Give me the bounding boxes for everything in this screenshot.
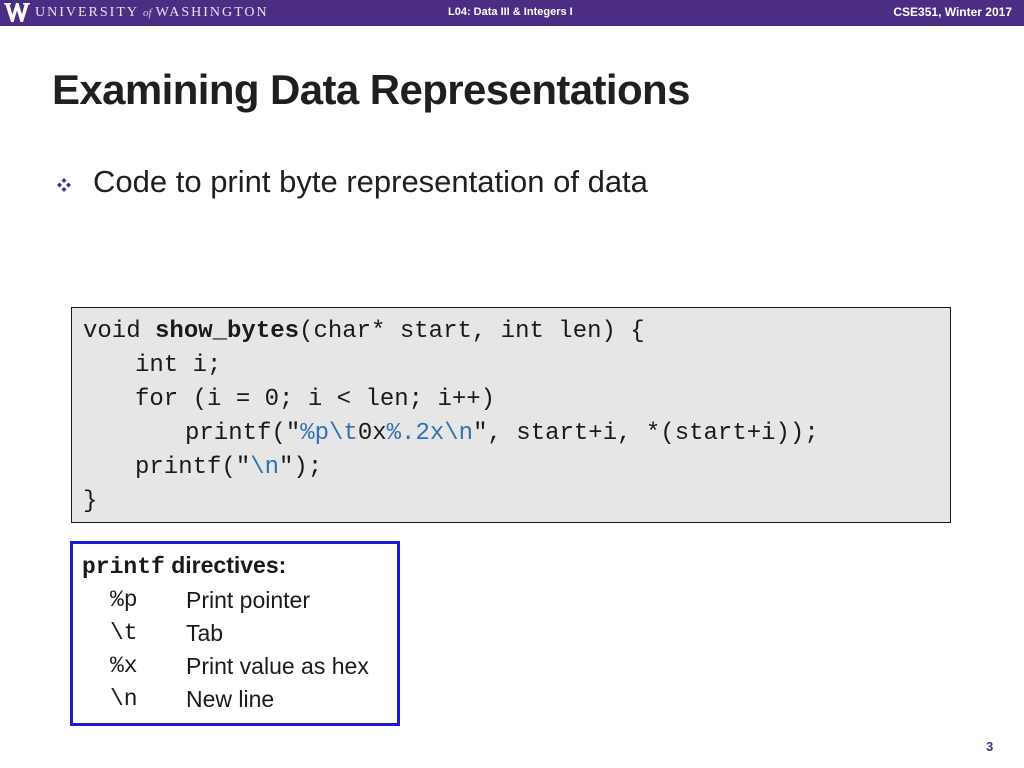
uw-w-logo-icon <box>4 3 30 22</box>
page-number: 3 <box>986 739 994 754</box>
directive-row: %p Print pointer <box>73 587 397 620</box>
code-printf-open: printf(" <box>185 420 301 447</box>
code-line-5: printf("\n"); <box>83 451 819 485</box>
university-word: UNIVERSITY <box>35 5 139 20</box>
university-name: UNIVERSITY of WASHINGTON <box>35 5 269 21</box>
printf-directives-box: printf directives: %p Print pointer \t T… <box>70 541 400 726</box>
directive-row: \t Tab <box>73 620 397 653</box>
format-newline-2: \n <box>250 454 280 481</box>
code-printf-open-2: printf(" <box>135 454 251 481</box>
university-place: WASHINGTON <box>155 5 269 20</box>
code-line-3: for (i = 0; i < len; i++) <box>135 386 496 413</box>
directive-code: \n <box>110 686 138 712</box>
lecture-title: L04: Data III & Integers I <box>448 6 573 18</box>
directives-heading: printf directives: <box>82 552 286 580</box>
code-keyword-void: void <box>83 318 156 345</box>
code-block: void show_bytes(char* start, int len) { … <box>71 307 951 523</box>
diamond-bullet-icon <box>57 178 71 192</box>
directives-heading-text: directives: <box>164 552 287 578</box>
format-newline: \n <box>444 420 474 447</box>
directive-desc: Print value as hex <box>186 653 369 679</box>
format-x: %.2x <box>386 420 445 447</box>
function-name: show_bytes <box>155 318 300 345</box>
code-line-4: printf("%p\t0x%.2x\n", start+i, *(start+… <box>83 417 819 451</box>
directive-row: \n New line <box>73 686 397 719</box>
code-params: (char* start, int len) { <box>299 318 645 345</box>
code-hex-prefix: 0x <box>357 420 387 447</box>
code-listing: void show_bytes(char* start, int len) { … <box>83 315 819 519</box>
header-bar: UNIVERSITY of WASHINGTON L04: Data III & I… <box>0 0 1024 26</box>
code-line-1: void show_bytes(char* start, int len) { <box>83 315 819 349</box>
format-tab: \t <box>329 420 358 447</box>
directive-code: %x <box>110 653 138 679</box>
code-line-6: } <box>83 488 98 515</box>
code-printf-args: ", start+i, *(start+i)); <box>473 420 819 447</box>
course-title: CSE351, Winter 2017 <box>893 5 1012 19</box>
printf-keyword: printf <box>82 554 165 580</box>
slide-title: Examining Data Representations <box>52 66 690 113</box>
directive-desc: Print pointer <box>186 587 311 613</box>
code-line-2: int i; <box>135 352 222 379</box>
university-of: of <box>143 7 152 19</box>
code-printf-close-2: "); <box>279 454 323 481</box>
directive-row: %x Print value as hex <box>73 653 397 686</box>
directive-code: %p <box>110 587 138 613</box>
directive-desc: Tab <box>186 620 224 646</box>
directive-code: \t <box>110 620 138 646</box>
format-p: %p <box>300 420 330 447</box>
directive-desc: New line <box>186 686 275 712</box>
bullet-text: Code to print byte representation of dat… <box>93 164 648 199</box>
